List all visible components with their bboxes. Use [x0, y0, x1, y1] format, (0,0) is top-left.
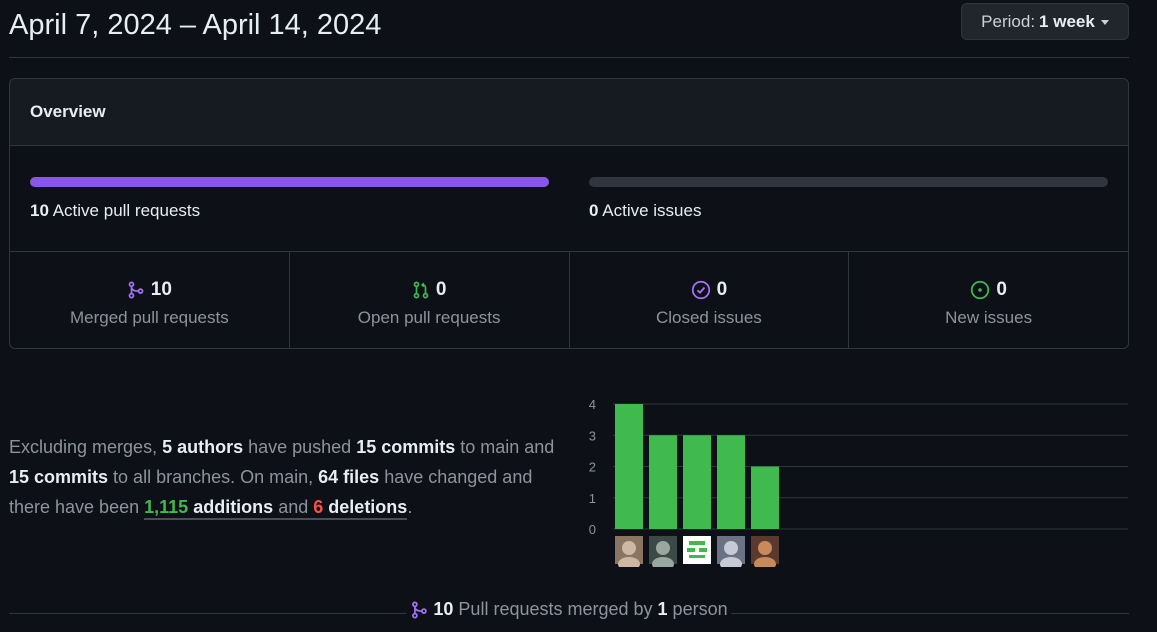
page-title: April 7, 2024 – April 14, 2024	[9, 9, 382, 41]
new-issues-stat[interactable]: 0 New issues	[849, 252, 1128, 348]
author-avatar[interactable]	[683, 536, 711, 564]
merged-text: Pull requests merged by	[458, 599, 653, 619]
authors-count: 5 authors	[162, 437, 244, 457]
summary-text: Excluding merges,	[9, 437, 163, 457]
persons-text: person	[672, 599, 728, 619]
commit-bar[interactable]	[717, 435, 745, 529]
open-pull-requests-label: Open pull requests	[357, 308, 501, 327]
y-tick-label: 0	[589, 522, 596, 537]
deletions-count: 6	[313, 497, 324, 517]
commit-bar[interactable]	[751, 466, 779, 530]
merged-count: 10	[433, 599, 454, 619]
commit-summary: Excluding merges, 5 authors have pushed …	[9, 432, 569, 522]
y-tick-label: 3	[589, 428, 596, 443]
commit-bar[interactable]	[615, 404, 643, 529]
changes-link[interactable]: 1,115 additions and 6 deletions	[144, 497, 408, 520]
merged-pull-requests-label: Merged pull requests	[69, 308, 229, 327]
period-label: Period:	[981, 11, 1036, 31]
merged-pull-requests-stat[interactable]: 10 Merged pull requests	[10, 252, 290, 348]
active-pull-requests-count: 10	[30, 201, 49, 220]
closed-issues-count: 0	[716, 279, 728, 300]
overview-stats: 10 Merged pull requests 0 Open pull requ…	[10, 252, 1128, 348]
commit-bar[interactable]	[683, 435, 711, 529]
merged-pull-requests-summary: 10 Pull requests merged by 1 person	[9, 597, 1129, 627]
additions-label: additions	[193, 497, 274, 517]
merge-icon	[127, 281, 145, 299]
summary-text: to all branches. On main,	[108, 467, 319, 487]
pull-request-icon	[412, 281, 430, 299]
pull-requests-progress-bar	[30, 177, 549, 187]
merge-icon	[410, 601, 428, 619]
author-avatar[interactable]	[649, 536, 677, 571]
overview-box: Overview 10 Active pull requests 0 Activ…	[9, 78, 1129, 349]
y-tick-label: 1	[589, 491, 596, 506]
active-issues-label: Active issues	[602, 201, 702, 220]
summary-text: to main and	[455, 437, 555, 457]
closed-issues-stat[interactable]: 0 Closed issues	[570, 252, 850, 348]
issues-progress-bar	[589, 177, 1108, 187]
overview-header: Overview	[10, 79, 1128, 146]
y-tick-label: 4	[589, 397, 596, 412]
open-pull-requests-count: 0	[435, 279, 447, 300]
author-avatar[interactable]	[717, 536, 745, 571]
pull-requests-progress-fill	[30, 177, 549, 187]
summary-text: .	[407, 497, 413, 517]
commits-all-count: 15 commits	[9, 467, 109, 487]
overview-title: Overview	[30, 102, 106, 121]
open-pull-requests-stat[interactable]: 0 Open pull requests	[290, 252, 570, 348]
activity-bars: 10 Active pull requests 0 Active issues	[10, 146, 1128, 252]
commits-main-count: 15 commits	[356, 437, 456, 457]
new-issues-count: 0	[996, 279, 1007, 300]
new-issues-label: New issues	[945, 308, 1033, 327]
issue-closed-icon	[691, 280, 711, 300]
active-issues-link[interactable]: 0 Active issues	[589, 201, 701, 221]
and-text: and	[278, 497, 309, 517]
merged-pull-requests-count: 10	[150, 279, 172, 300]
active-issues-count: 0	[589, 201, 599, 220]
author-avatar[interactable]	[751, 536, 779, 571]
files-count: 64 files	[318, 467, 380, 487]
author-avatar[interactable]	[615, 536, 643, 571]
commit-bar-chart: 0 1 2 3 4	[589, 397, 1128, 571]
period-dropdown-button[interactable]: Period: 1 week	[961, 3, 1129, 40]
page-header: April 7, 2024 – April 14, 2024 Period: 1…	[9, 0, 1129, 58]
closed-issues-label: Closed issues	[655, 308, 762, 327]
active-pull-requests-link[interactable]: 10 Active pull requests	[30, 201, 200, 221]
issue-opened-icon	[970, 280, 990, 300]
period-value: 1 week	[1039, 11, 1095, 31]
persons-count: 1	[657, 599, 668, 619]
active-pull-requests-label: Active pull requests	[52, 201, 201, 220]
deletions-label: deletions	[328, 497, 408, 517]
summary-text: have pushed	[243, 437, 357, 457]
additions-count: 1,115	[144, 497, 189, 517]
contributors-commit-chart: 0 1 2 3 4	[580, 392, 1140, 571]
merged-summary-text[interactable]: 10 Pull requests merged by 1 person	[406, 599, 732, 620]
commit-bar[interactable]	[649, 435, 677, 529]
caret-down-icon	[1100, 20, 1109, 25]
y-tick-label: 2	[589, 460, 596, 475]
